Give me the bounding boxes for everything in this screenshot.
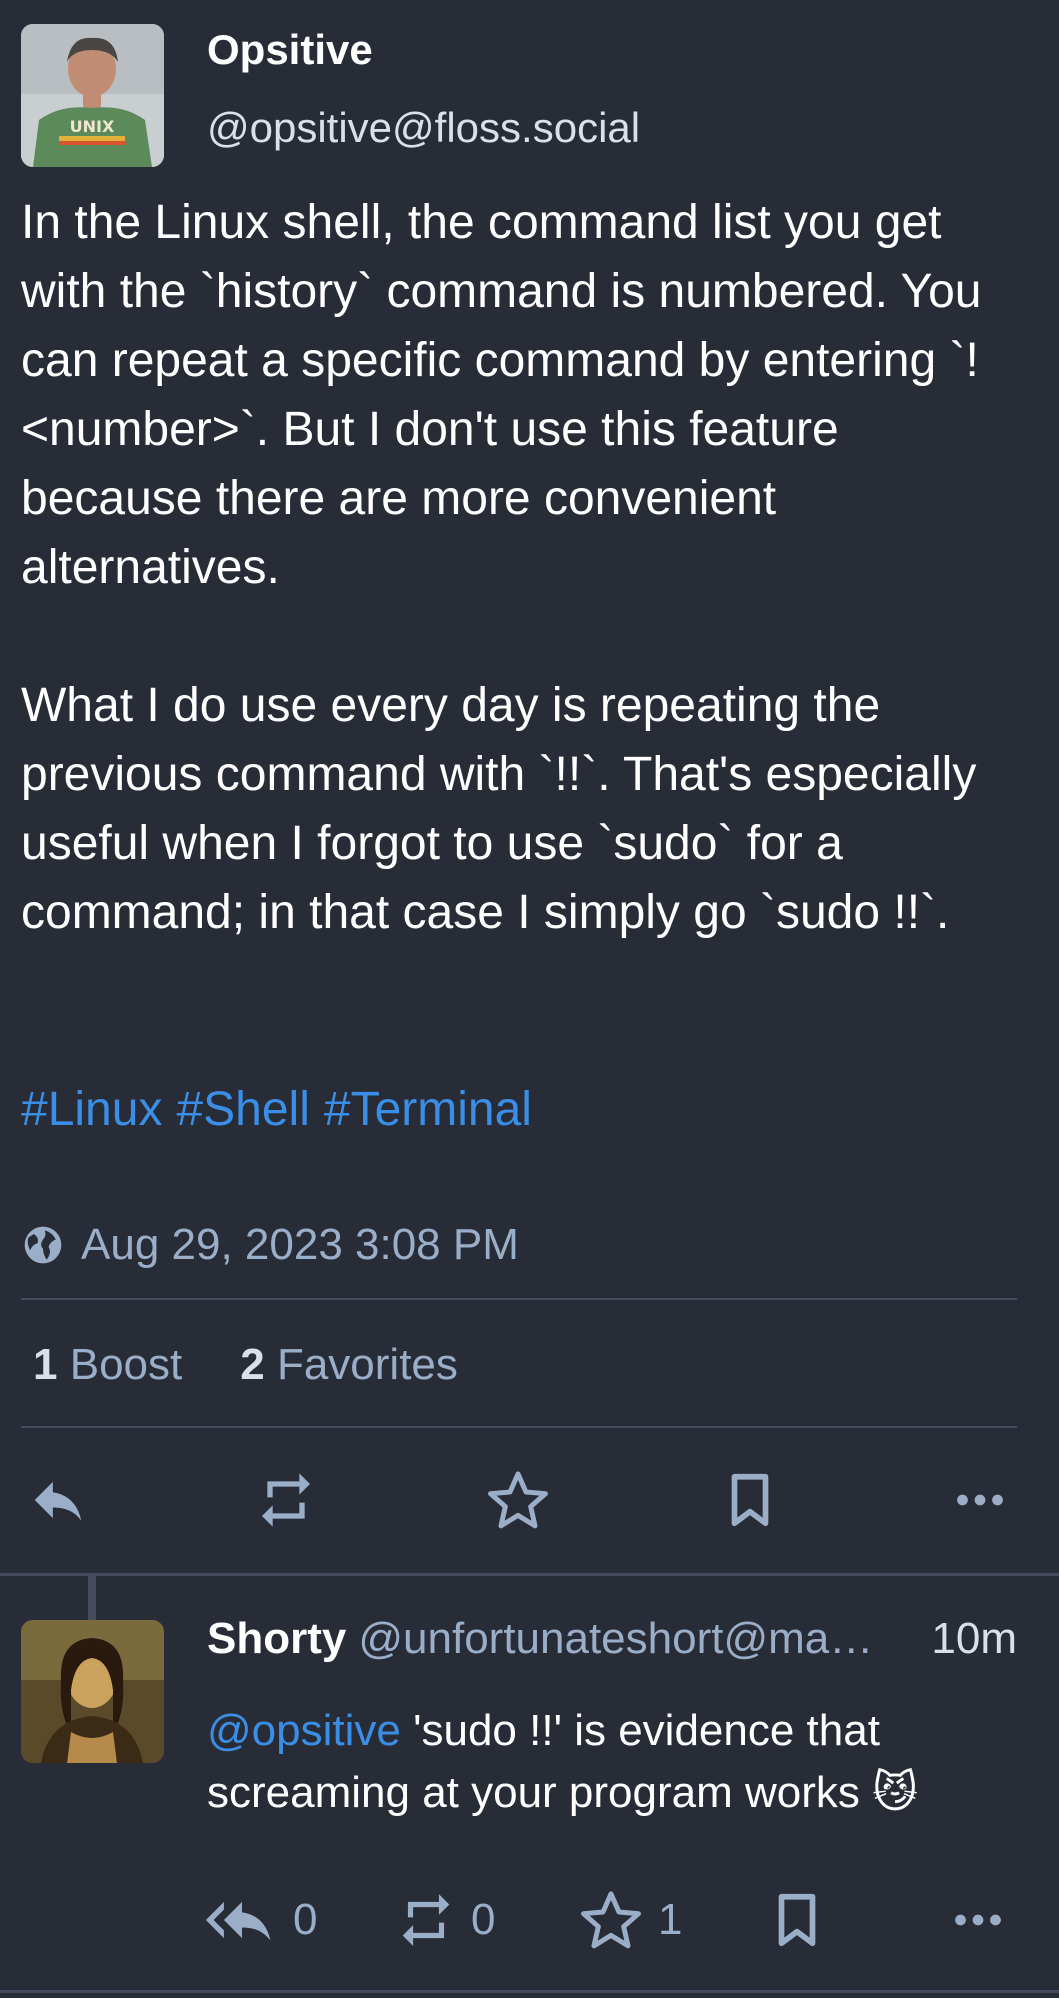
author-display-name[interactable]: Opsitive	[207, 26, 373, 74]
status-content: In the Linux shell, the command list you…	[21, 188, 1031, 947]
globe-icon	[24, 1226, 62, 1264]
author-avatar[interactable]: UNIX	[21, 24, 164, 167]
content-paragraph: In the Linux shell, the command list you…	[21, 196, 982, 594]
reply-boost-button[interactable]: 0	[395, 1880, 495, 1960]
hashtag-link[interactable]: #Terminal	[324, 1083, 532, 1136]
reply-favorite-button[interactable]: 1	[578, 1880, 682, 1960]
more-icon	[955, 1914, 1001, 1926]
interaction-counts: 1 Boost 2 Favorites	[33, 1340, 458, 1390]
reply-author-name[interactable]: Shorty	[207, 1614, 346, 1663]
content-paragraph: What I do use every day is repeating the…	[21, 679, 977, 939]
hashtag-list: #Linux #Shell #Terminal	[21, 1082, 546, 1137]
boost-button[interactable]	[246, 1460, 326, 1540]
cat-emoji: 😼	[872, 1768, 918, 1817]
reply-button[interactable]	[18, 1460, 98, 1540]
more-button[interactable]	[940, 1460, 1020, 1540]
hashtag-link[interactable]: #Shell	[176, 1083, 309, 1136]
reply-author-handle[interactable]: @unfortunateshort@ma…	[358, 1614, 873, 1663]
thread-connector	[88, 1575, 96, 1620]
star-icon	[488, 1471, 548, 1529]
author-handle[interactable]: @opsitive@floss.social	[207, 104, 640, 152]
reply-icon	[34, 1481, 82, 1521]
reply-all-icon	[205, 1901, 271, 1941]
boost-icon	[402, 1894, 450, 1946]
bookmark-button[interactable]	[710, 1460, 790, 1540]
divider	[21, 1298, 1017, 1300]
mention-link[interactable]: @opsitive	[207, 1706, 401, 1755]
reply-timestamp[interactable]: 10m	[931, 1614, 1017, 1664]
reply-author-avatar[interactable]	[21, 1620, 164, 1763]
divider	[0, 1573, 1059, 1576]
reply-header: Shorty @unfortunateshort@ma…	[207, 1614, 1017, 1664]
favorite-count-link[interactable]: 2 Favorites	[240, 1340, 458, 1389]
status-meta: Aug 29, 2023 3:08 PM	[21, 1220, 519, 1270]
boost-icon	[262, 1473, 310, 1527]
reply-more-button[interactable]	[950, 1880, 1020, 1960]
divider	[21, 1426, 1017, 1428]
bookmark-icon	[731, 1473, 769, 1527]
status-action-bar	[0, 1460, 1059, 1550]
boost-count-link[interactable]: 1 Boost	[33, 1340, 182, 1389]
bookmark-icon	[778, 1893, 816, 1947]
reply-bookmark-button[interactable]	[766, 1880, 842, 1960]
reply-count: 0	[293, 1895, 318, 1944]
divider	[0, 1990, 1059, 1993]
reply-content: @opsitive 'sudo !!' is evidence that scr…	[207, 1700, 1007, 1824]
hashtag-link[interactable]: #Linux	[21, 1083, 162, 1136]
star-icon	[581, 1891, 641, 1949]
reply-boost-count: 0	[471, 1895, 496, 1944]
more-icon	[957, 1494, 1003, 1506]
reply-all-button[interactable]: 0	[205, 1880, 317, 1960]
avatar-shirt-text: UNIX	[70, 117, 115, 136]
reply-favorite-count: 1	[658, 1895, 683, 1944]
status-timestamp[interactable]: Aug 29, 2023 3:08 PM	[81, 1220, 519, 1270]
reply-action-bar: 0 0 1	[0, 1880, 1059, 1960]
favorite-button[interactable]	[478, 1460, 558, 1540]
